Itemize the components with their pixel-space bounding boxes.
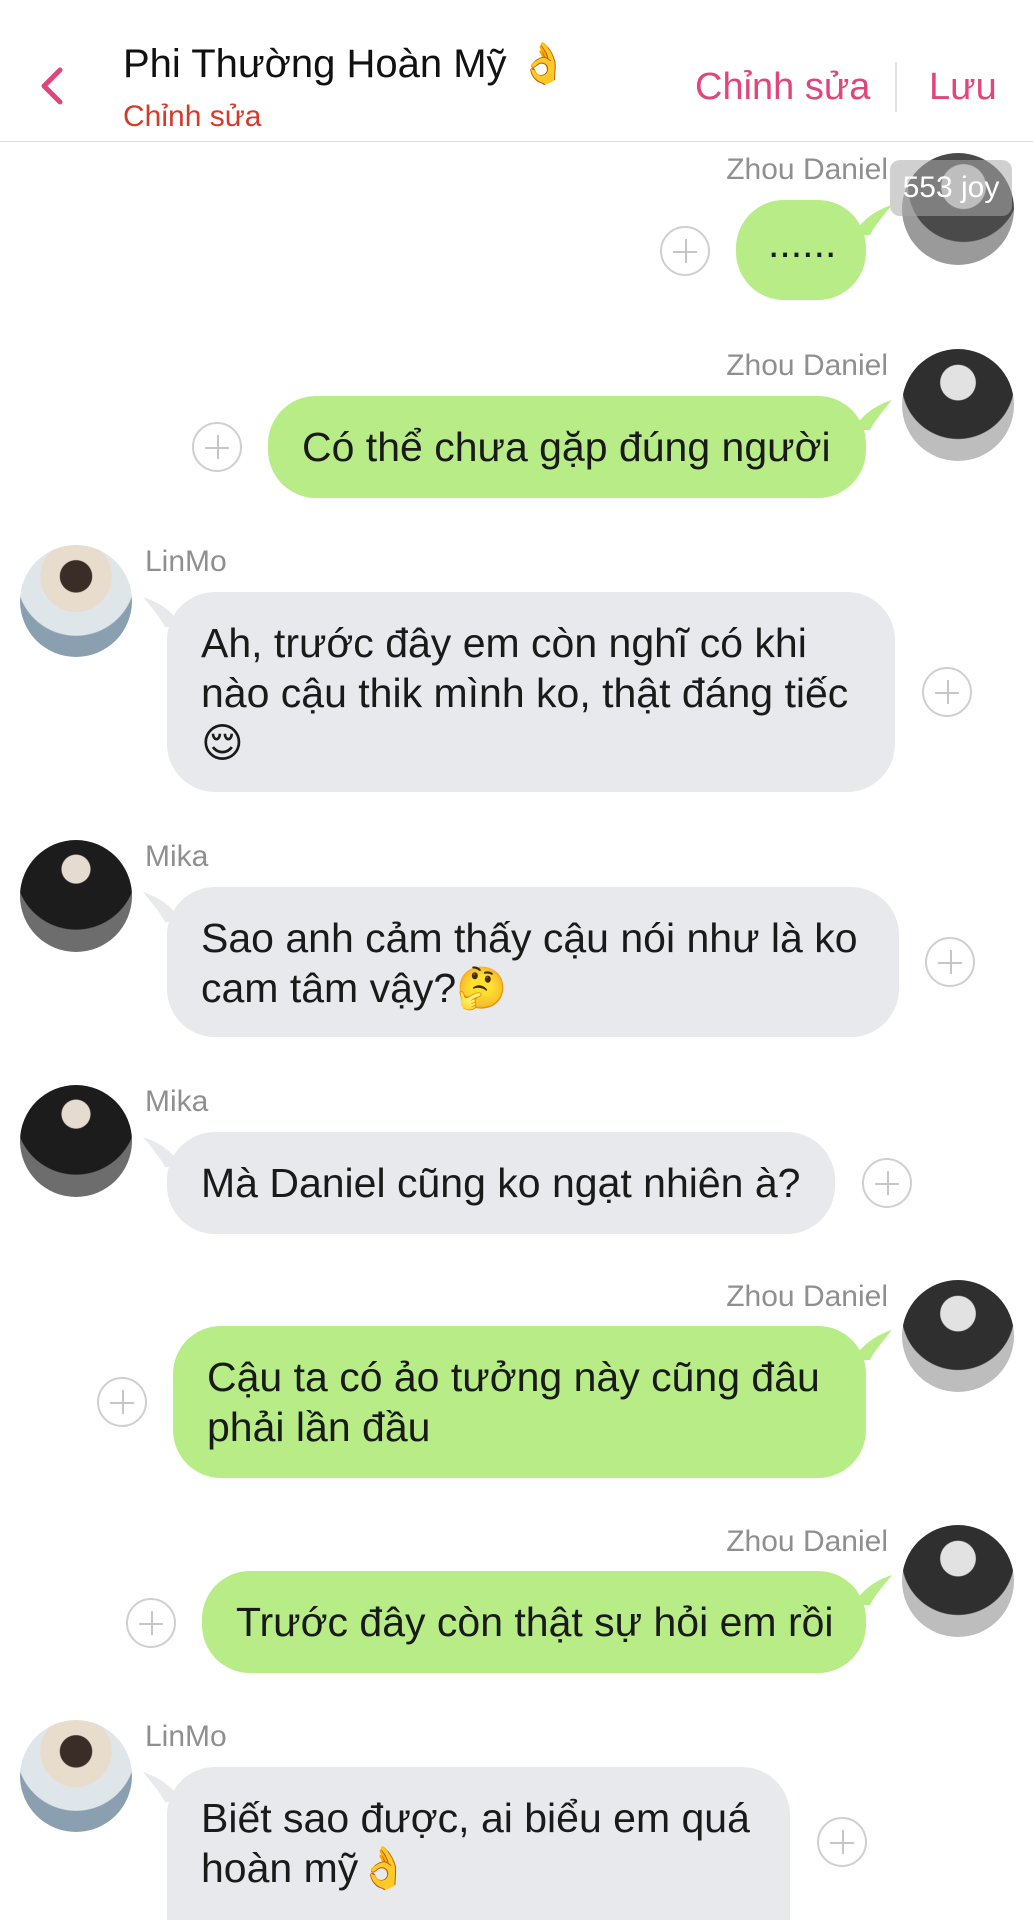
ok-hand-emoji: 👌 — [518, 41, 569, 87]
avatar[interactable] — [902, 1525, 1014, 1637]
joy-badge: 553 joy — [890, 160, 1012, 216]
add-reaction-icon[interactable] — [192, 422, 242, 472]
add-reaction-icon[interactable] — [97, 1377, 147, 1427]
message-bubble[interactable]: Biết sao được, ai biểu em quá hoàn mỹ👌 — [167, 1767, 790, 1920]
sender-name: Mika — [145, 840, 209, 873]
message-text: Cậu ta có ảo tưởng này cũng đâu phải lần… — [207, 1354, 820, 1450]
message-bubble[interactable]: ...... — [736, 200, 866, 300]
sender-name: LinMo — [145, 1720, 227, 1753]
sender-name: Zhou Daniel — [726, 1280, 888, 1313]
message-bubble[interactable]: Mà Daniel cũng ko ngạt nhiên à? — [167, 1132, 835, 1234]
bubble-tail — [852, 205, 892, 235]
add-reaction-icon[interactable] — [925, 937, 975, 987]
add-reaction-icon[interactable] — [660, 226, 710, 276]
sender-name: Zhou Daniel — [726, 1525, 888, 1558]
message-bubble[interactable]: Trước đây còn thật sự hỏi em rồi — [202, 1571, 866, 1673]
sender-name: Mika — [145, 1085, 209, 1118]
avatar[interactable] — [902, 349, 1014, 461]
avatar[interactable] — [20, 1720, 132, 1832]
message-text: Sao anh cảm thấy cậu nói như là ko cam t… — [201, 915, 858, 1011]
message-bubble[interactable]: Ah, trước đây em còn nghĩ có khi nào cậu… — [167, 592, 895, 792]
add-reaction-icon[interactable] — [862, 1158, 912, 1208]
message-text: Có thể chưa gặp đúng người — [302, 424, 831, 470]
add-reaction-icon[interactable] — [126, 1598, 176, 1648]
add-reaction-icon[interactable] — [817, 1817, 867, 1867]
sender-name: LinMo — [145, 545, 227, 578]
sender-name: Zhou Daniel — [726, 153, 888, 186]
chat-subtitle[interactable]: Chỉnh sửa — [123, 100, 262, 134]
back-chevron-icon[interactable] — [38, 66, 66, 106]
chat-title: Phi Thường Hoàn Mỹ 👌 — [123, 41, 569, 87]
message-bubble[interactable]: Cậu ta có ảo tưởng này cũng đâu phải lần… — [173, 1326, 866, 1478]
avatar[interactable] — [20, 545, 132, 657]
bubble-tail — [852, 1575, 892, 1605]
edit-button[interactable]: Chỉnh sửa — [695, 66, 870, 109]
avatar[interactable] — [902, 1280, 1014, 1392]
message-text: Trước đây còn thật sự hỏi em rồi — [236, 1599, 834, 1645]
avatar[interactable] — [20, 1085, 132, 1197]
message-bubble[interactable]: Có thể chưa gặp đúng người — [268, 396, 866, 498]
message-text: Biết sao được, ai biểu em quá hoàn mỹ👌 — [201, 1795, 750, 1891]
save-button[interactable]: Lưu — [929, 66, 997, 109]
avatar[interactable] — [20, 840, 132, 952]
chat-header: Phi Thường Hoàn Mỹ 👌 Chỉnh sửa Chỉnh sửa … — [0, 0, 1033, 142]
header-divider — [895, 62, 897, 112]
add-reaction-icon[interactable] — [922, 667, 972, 717]
message-text: Mà Daniel cũng ko ngạt nhiên à? — [201, 1160, 801, 1206]
sender-name: Zhou Daniel — [726, 349, 888, 382]
bubble-tail — [852, 1330, 892, 1360]
bubble-tail — [852, 400, 892, 430]
message-text: Ah, trước đây em còn nghĩ có khi nào cậu… — [201, 620, 849, 766]
message-bubble[interactable]: Sao anh cảm thấy cậu nói như là ko cam t… — [167, 887, 899, 1037]
